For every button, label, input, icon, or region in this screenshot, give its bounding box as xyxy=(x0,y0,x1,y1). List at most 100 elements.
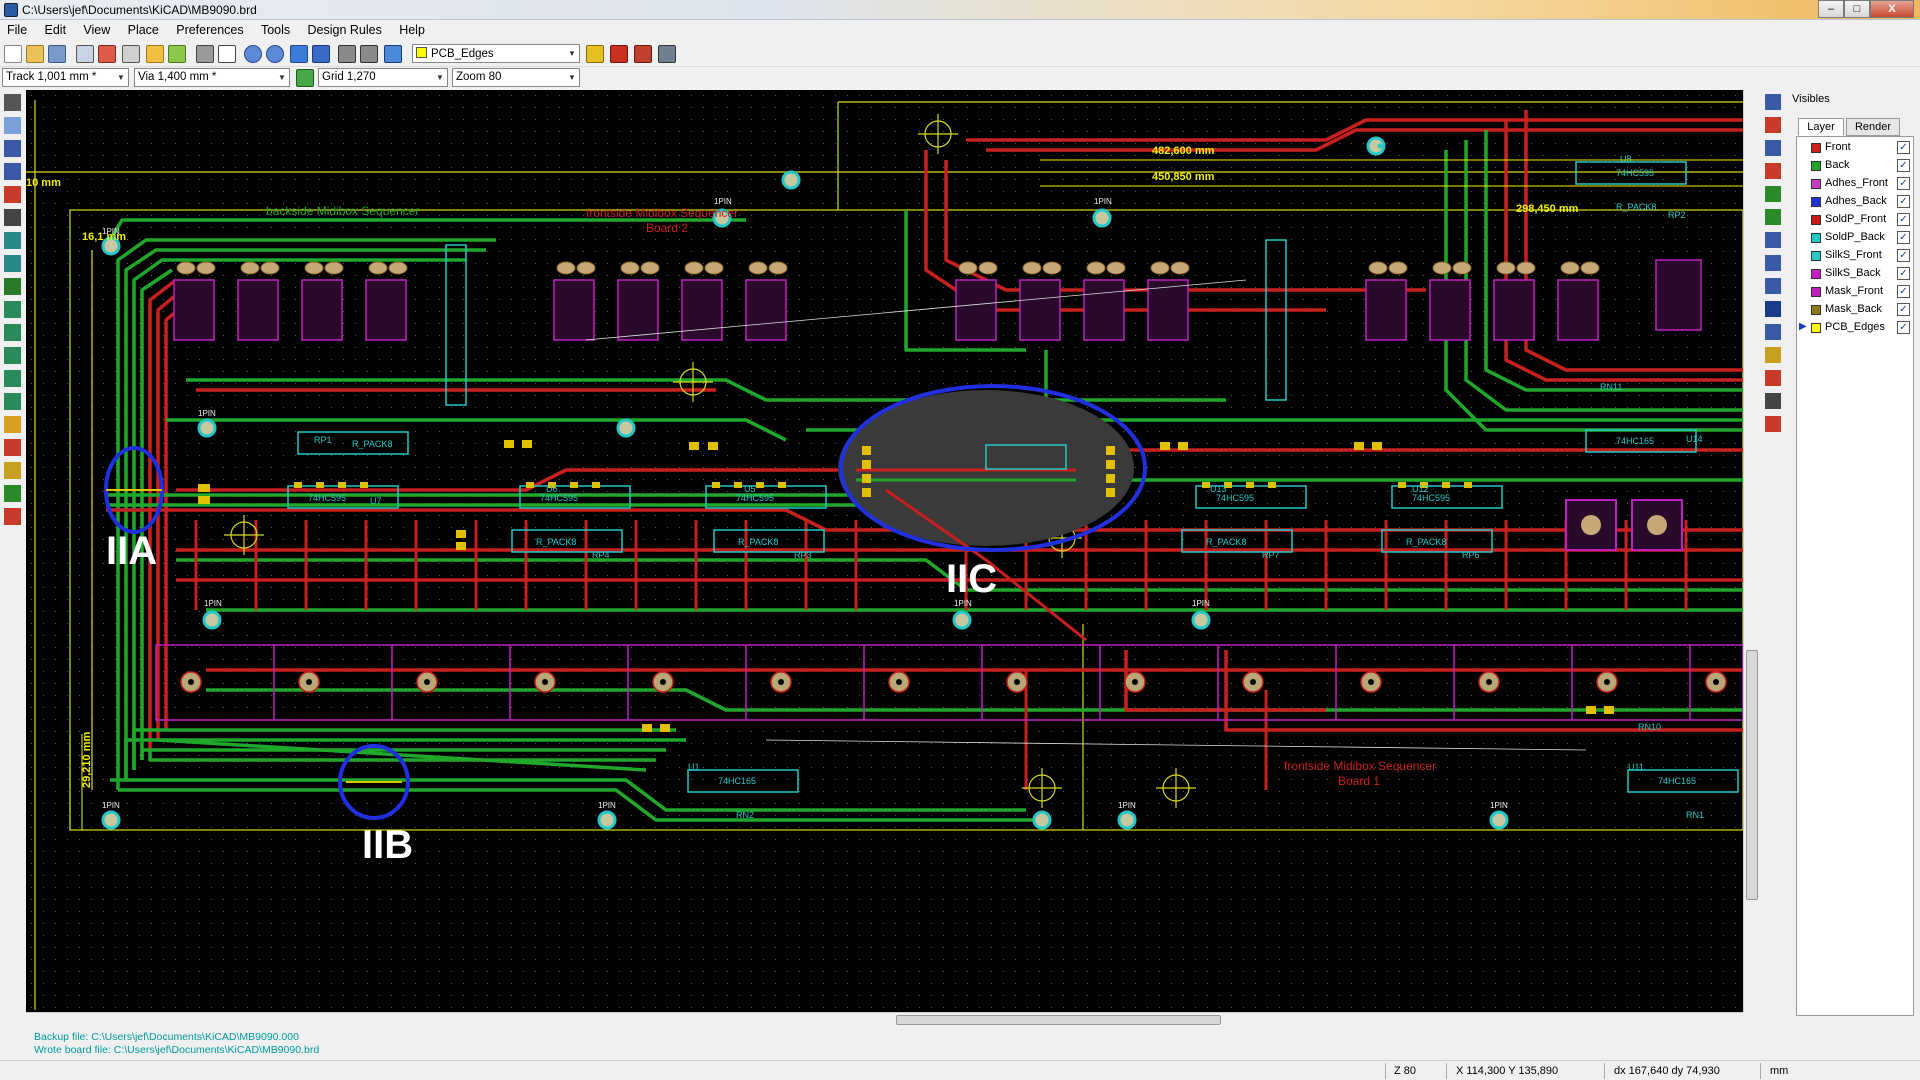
redo-icon[interactable] xyxy=(168,45,186,63)
add-dimension-icon[interactable] xyxy=(1765,324,1781,340)
print-icon[interactable] xyxy=(196,45,214,63)
vertical-scrollbar[interactable] xyxy=(1743,90,1759,1012)
layer-visibility-checkbox[interactable]: ✓ xyxy=(1897,303,1910,316)
save-icon[interactable] xyxy=(48,45,66,63)
plot-icon[interactable] xyxy=(218,45,236,63)
zones-icon[interactable] xyxy=(4,301,21,318)
display-mode-icon[interactable] xyxy=(4,485,21,502)
undo-icon[interactable] xyxy=(146,45,164,63)
autoplace-icon[interactable] xyxy=(610,45,628,63)
maximize-button[interactable]: □ xyxy=(1844,0,1870,18)
find-icon[interactable] xyxy=(338,45,356,63)
layer-row-pcb-edges[interactable]: ▶ PCB_Edges ✓ xyxy=(1797,319,1913,337)
menu-design-rules[interactable]: Design Rules xyxy=(301,20,389,37)
pcb-canvas[interactable]: 74HC595 74HC595 74HC595 74HC595 74HC595 … xyxy=(26,90,1743,1014)
grid-origin-icon[interactable] xyxy=(1765,416,1781,432)
polar-coords-icon[interactable] xyxy=(4,140,21,157)
ratsnest-icon[interactable] xyxy=(4,232,21,249)
units-mm-icon[interactable] xyxy=(4,186,21,203)
units-inch-icon[interactable] xyxy=(4,163,21,180)
menu-view[interactable]: View xyxy=(76,20,117,37)
scroll-thumb[interactable] xyxy=(1746,650,1758,900)
minimize-button[interactable]: – xyxy=(1818,0,1844,18)
layer-color-swatch[interactable] xyxy=(1811,215,1821,225)
menu-tools[interactable]: Tools xyxy=(254,20,297,37)
drc-icon[interactable] xyxy=(384,45,402,63)
add-zone-icon[interactable] xyxy=(1765,209,1781,225)
auto-delete-track-icon[interactable] xyxy=(4,278,21,295)
cursor-shape-icon[interactable] xyxy=(4,209,21,226)
layer-pair-icon[interactable] xyxy=(586,45,604,63)
menu-file[interactable]: File xyxy=(0,20,34,37)
layer-render-icon[interactable] xyxy=(4,508,21,525)
page-settings-icon[interactable] xyxy=(76,45,94,63)
redraw-icon[interactable] xyxy=(290,45,308,63)
layer-visibility-checkbox[interactable]: ✓ xyxy=(1897,159,1910,172)
module-ratsnest-icon[interactable] xyxy=(4,255,21,272)
highlight-net-icon[interactable] xyxy=(1765,117,1781,133)
layer-color-swatch[interactable] xyxy=(1811,179,1821,189)
netlist-icon[interactable] xyxy=(98,45,116,63)
layer-select[interactable]: PCB_Edges ▼ xyxy=(412,44,580,63)
layer-row-back[interactable]: Back ✓ xyxy=(1797,157,1913,175)
layer-row-mask-front[interactable]: Mask_Front ✓ xyxy=(1797,283,1913,301)
add-track-icon[interactable] xyxy=(1765,186,1781,202)
menu-edit[interactable]: Edit xyxy=(38,20,74,37)
open-icon[interactable] xyxy=(26,45,44,63)
layer-visibility-checkbox[interactable]: ✓ xyxy=(1897,321,1910,334)
zoom-fit-icon[interactable] xyxy=(312,45,330,63)
zoom-out-icon[interactable] xyxy=(266,45,284,63)
layer-color-swatch[interactable] xyxy=(1811,161,1821,171)
scroll-thumb[interactable] xyxy=(896,1015,1221,1025)
tab-layer[interactable]: Layer xyxy=(1798,118,1844,136)
layer-color-swatch[interactable] xyxy=(1811,143,1821,153)
local-ratsnest-icon[interactable] xyxy=(1765,140,1781,156)
layer-visibility-checkbox[interactable]: ✓ xyxy=(1897,177,1910,190)
add-text-icon[interactable] xyxy=(1765,301,1781,317)
drc-off-icon[interactable] xyxy=(4,94,21,111)
add-line-icon[interactable] xyxy=(1765,232,1781,248)
select-arrow-icon[interactable] xyxy=(1765,94,1781,110)
menu-help[interactable]: Help xyxy=(392,20,432,37)
layer-visibility-checkbox[interactable]: ✓ xyxy=(1897,195,1910,208)
add-arc-icon[interactable] xyxy=(1765,278,1781,294)
zoom-select[interactable]: Zoom 80 ▼ xyxy=(452,68,580,87)
layer-visibility-checkbox[interactable]: ✓ xyxy=(1897,267,1910,280)
add-module-icon[interactable] xyxy=(1765,163,1781,179)
menu-preferences[interactable]: Preferences xyxy=(169,20,250,37)
layer-color-swatch[interactable] xyxy=(1811,197,1821,207)
layer-row-front[interactable]: Front ✓ xyxy=(1797,139,1913,157)
layer-visibility-checkbox[interactable]: ✓ xyxy=(1897,249,1910,262)
grid-select[interactable]: Grid 1,270 ▼ xyxy=(318,68,448,87)
vias-sketch-icon[interactable] xyxy=(4,370,21,387)
add-circle-icon[interactable] xyxy=(1765,255,1781,271)
layers-manager-icon[interactable] xyxy=(4,462,21,479)
new-board-icon[interactable] xyxy=(4,45,22,63)
layer-visibility-checkbox[interactable]: ✓ xyxy=(1897,231,1910,244)
tab-render[interactable]: Render xyxy=(1846,118,1900,136)
delete-icon[interactable] xyxy=(1765,370,1781,386)
microwave-icon[interactable] xyxy=(4,439,21,456)
autoroute-icon[interactable] xyxy=(634,45,652,63)
auto-track-width-icon[interactable] xyxy=(296,69,314,87)
layer-visibility-checkbox[interactable]: ✓ xyxy=(1897,213,1910,226)
layer-color-swatch[interactable] xyxy=(1811,269,1821,279)
fabrication-icon[interactable] xyxy=(658,45,676,63)
layer-row-adhes-back[interactable]: Adhes_Back ✓ xyxy=(1797,193,1913,211)
layer-color-swatch[interactable] xyxy=(1811,233,1821,243)
set-origin-icon[interactable] xyxy=(1765,393,1781,409)
layer-color-swatch[interactable] xyxy=(1811,305,1821,315)
layer-row-silks-front[interactable]: SilkS_Front ✓ xyxy=(1797,247,1913,265)
layer-color-swatch[interactable] xyxy=(1811,287,1821,297)
grid-toggle-icon[interactable] xyxy=(4,117,21,134)
zones-outline-icon[interactable] xyxy=(4,324,21,341)
layer-visibility-checkbox[interactable]: ✓ xyxy=(1897,141,1910,154)
horizontal-scrollbar[interactable] xyxy=(26,1012,1743,1026)
layer-row-mask-back[interactable]: Mask_Back ✓ xyxy=(1797,301,1913,319)
pads-sketch-icon[interactable] xyxy=(4,347,21,364)
layer-color-swatch[interactable] xyxy=(1811,251,1821,261)
close-button[interactable]: X xyxy=(1870,0,1914,18)
layer-color-swatch[interactable] xyxy=(1811,323,1821,333)
via-size-select[interactable]: Via 1,400 mm * ▼ xyxy=(134,68,290,87)
add-target-icon[interactable] xyxy=(1765,347,1781,363)
